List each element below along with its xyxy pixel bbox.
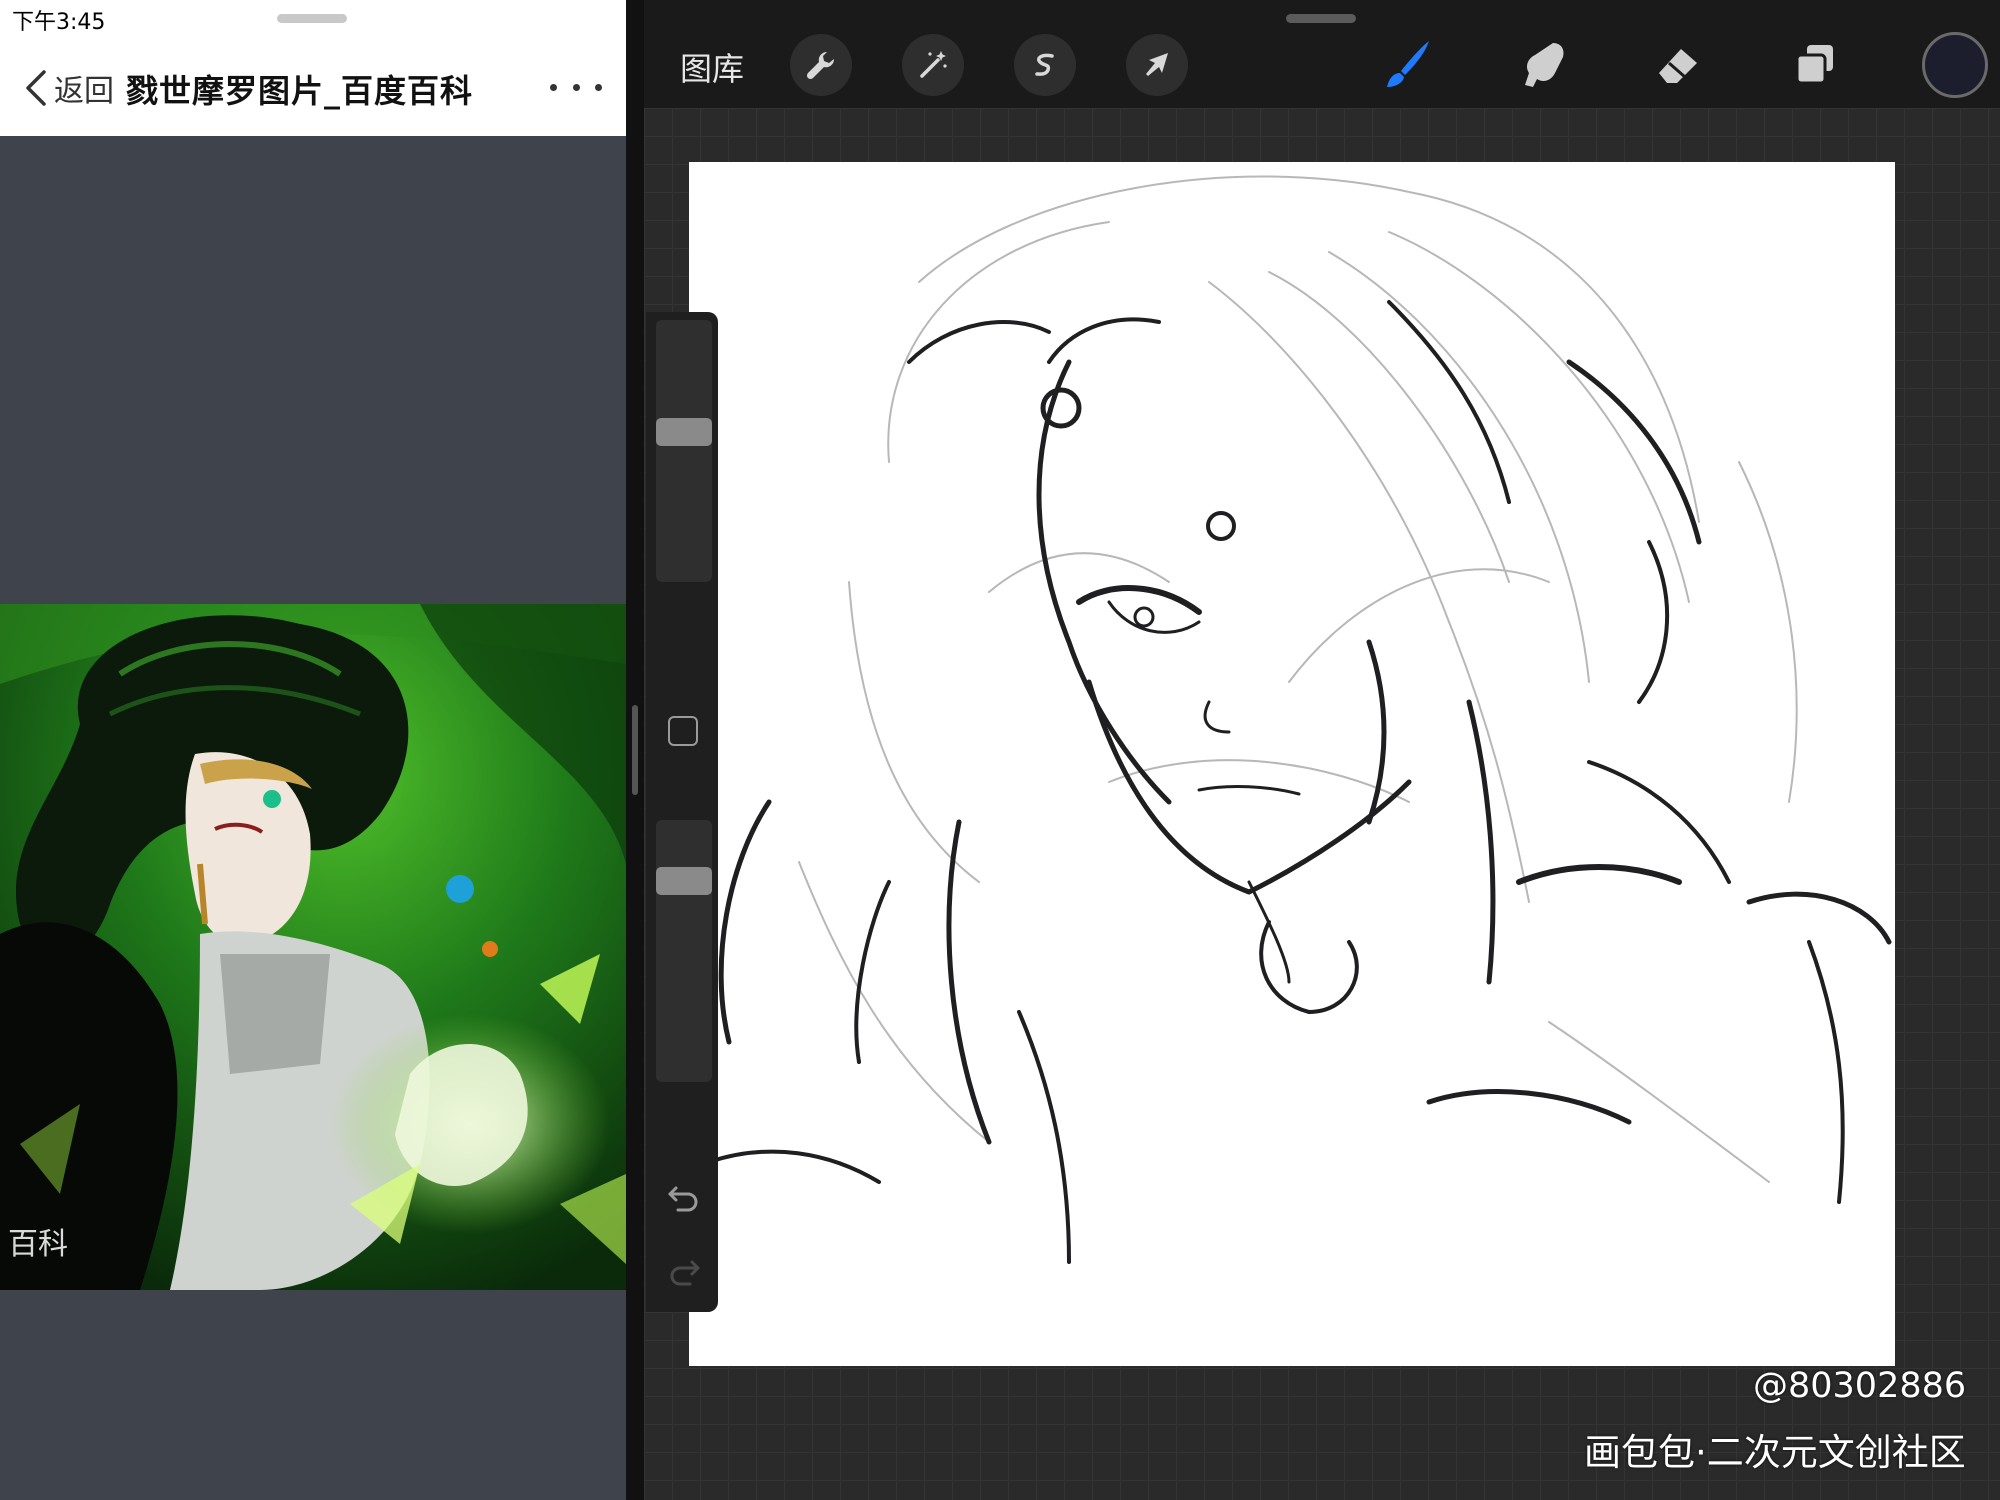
status-time: 下午3:45	[12, 10, 106, 35]
split-view-handle[interactable]	[632, 705, 638, 795]
arrow-cursor-icon	[1146, 53, 1168, 76]
modify-button[interactable]	[668, 716, 698, 746]
watermark-user-id: @80302886	[1753, 1366, 1967, 1406]
brush-button[interactable]	[1372, 30, 1442, 100]
back-button[interactable]: 返回	[20, 66, 114, 110]
brush-size-slider[interactable]	[656, 320, 712, 582]
layers-icon	[1795, 45, 1833, 85]
wrench-icon	[806, 51, 835, 80]
procreate-app: 图库	[644, 0, 2000, 1500]
browser-nav-bar: 返回 戮世摩罗图片_百度百科	[0, 36, 626, 136]
opacity-thumb[interactable]	[656, 867, 712, 895]
browser-pane: 下午3:45 返回 戮世摩罗图片_百度百科 百科	[0, 0, 626, 1500]
redo-icon[interactable]	[664, 1252, 704, 1292]
multitask-grabber-right[interactable]	[1286, 14, 1356, 23]
multitask-grabber[interactable]	[277, 14, 347, 23]
left-sidebar	[646, 312, 718, 1312]
smudge-button[interactable]	[1508, 30, 1578, 100]
transform-button[interactable]	[1126, 34, 1188, 96]
sketch-canvas[interactable]	[689, 162, 1895, 1366]
page-title: 戮世摩罗图片_百度百科	[126, 72, 474, 110]
opacity-slider[interactable]	[656, 820, 712, 1082]
adjustments-button[interactable]	[902, 34, 964, 96]
back-label: 返回	[54, 74, 114, 109]
reference-photo[interactable]: 百科	[0, 604, 626, 1290]
status-bar: 下午3:45	[0, 0, 626, 36]
color-picker-button[interactable]	[1922, 32, 1988, 98]
magic-wand-icon	[920, 51, 947, 78]
brush-icon	[1387, 41, 1429, 87]
ellipsis-icon[interactable]	[550, 84, 602, 96]
photo-watermark: 百科	[8, 1227, 68, 1262]
chevron-left-icon	[26, 70, 46, 106]
smudge-finger-icon	[1525, 43, 1564, 87]
layers-button[interactable]	[1780, 30, 1850, 100]
gallery-button[interactable]: 图库	[680, 44, 744, 90]
actions-button[interactable]	[790, 34, 852, 96]
eraser-icon	[1659, 49, 1697, 83]
watermark-site-name: 画包包·二次元文创社区	[1584, 1431, 1966, 1474]
brush-size-thumb[interactable]	[656, 418, 712, 446]
canvas-area[interactable]	[644, 108, 2000, 1500]
selection-s-icon	[1035, 53, 1054, 76]
undo-icon[interactable]	[664, 1178, 704, 1218]
selection-button[interactable]	[1014, 34, 1076, 96]
eraser-button[interactable]	[1644, 30, 1714, 100]
